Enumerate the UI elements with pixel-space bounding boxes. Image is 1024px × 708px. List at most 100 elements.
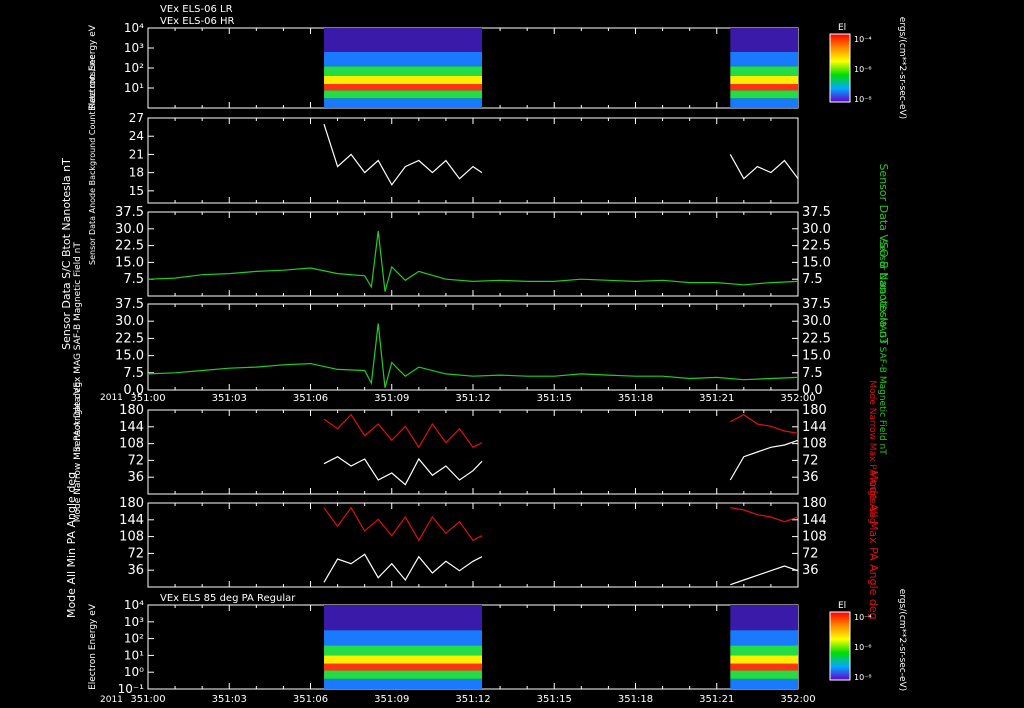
y-tick-label-right: 37.5: [802, 297, 831, 312]
y-tick-label: 36: [127, 563, 144, 578]
colorbar-2-tick-mid: 10⁻⁶: [854, 643, 872, 652]
y-tick-label-right: 36: [802, 563, 819, 578]
y-tick-label-right: 144: [802, 420, 827, 435]
time-tick-label: 351:09: [374, 694, 409, 705]
panel-7-title: VEx ELS 85 deg PA Regular: [160, 593, 296, 604]
colorbar-1-tick-mid: 10⁻⁶: [854, 65, 872, 74]
series-line: [323, 553, 483, 583]
spectrogram-band: [324, 90, 483, 99]
spectrogram-band: [730, 28, 798, 52]
time-tick-label: 351:03: [212, 694, 247, 705]
y-tick-label: 7.5: [123, 366, 144, 381]
y-tick-label-right: 72: [802, 453, 819, 468]
series-line: [729, 154, 799, 180]
spectrogram-band: [730, 605, 798, 631]
y-tick-label-right: 15.0: [802, 255, 831, 270]
time-tick-label: 351:09: [374, 393, 409, 404]
y-tick-label: 10⁰: [124, 665, 144, 679]
time-tick-label: 351:15: [537, 393, 572, 404]
y-tick-label-right: 36: [802, 470, 819, 485]
colorbar-1-units: ergs/(cm**2-sr-sec-eV): [897, 17, 907, 119]
y-tick-label: 10³: [124, 41, 144, 55]
spectrogram-band: [324, 28, 483, 52]
time-axis-bottom: 351:00 351:03 351:06 351:09 351:12 351:15 351:…: [130, 694, 815, 705]
colorbar-2-tick-high: 10⁻⁴: [854, 613, 872, 622]
series-line: [730, 507, 799, 523]
series-line: [730, 414, 799, 434]
y-tick-label: 10²: [124, 632, 144, 646]
spectrogram-band: [730, 655, 798, 664]
y-tick-label: 144: [119, 420, 144, 435]
ells-summary-plot: VEx ELS-06 LR VEx ELS-06 HR Electron Ene…: [60, 4, 907, 705]
series-line: [323, 506, 483, 542]
spectrogram-band: [730, 670, 798, 679]
spectrogram-band: [324, 66, 483, 76]
y-tick-label: 10³: [124, 615, 144, 629]
spectrogram-band: [324, 645, 483, 656]
y-tick-label-right: 15.0: [802, 349, 831, 364]
y-tick-label: 108: [119, 530, 144, 545]
time-tick-label: 351:12: [455, 393, 490, 404]
y-tick-label: 30.0: [115, 222, 144, 237]
y-tick-label: 10⁴: [124, 598, 144, 612]
y-tick-label: 10⁴: [124, 21, 144, 35]
panel-5-narrow-pa-traces: [323, 413, 799, 486]
y-tick-label: 15: [129, 184, 144, 198]
spectrogram-band: [324, 655, 483, 664]
series-line: [730, 565, 799, 586]
y-tick-label-right: 30.0: [802, 222, 831, 237]
spectrogram-band: [324, 605, 483, 631]
spectrogram-band: [324, 678, 483, 689]
spectrogram-band: [324, 630, 483, 646]
spectrogram-band: [730, 630, 798, 646]
y-tick-label-right: 22.5: [802, 239, 831, 254]
panel-1-spectrogram: [324, 28, 798, 108]
spectrogram-band: [730, 66, 798, 76]
series-line: [323, 123, 483, 186]
panel-4-saf-trace: [147, 323, 799, 388]
spectrogram-band: [730, 678, 798, 689]
time-tick-label: 351:06: [293, 694, 328, 705]
series-line: [323, 413, 483, 449]
y-tick-label: 36: [127, 470, 144, 485]
spectrogram-band: [324, 670, 483, 679]
y-tick-label: 18: [129, 166, 144, 180]
time-tick-label: 351:00: [130, 694, 165, 705]
header-title-lr: VEx ELS-06 LR: [160, 4, 233, 15]
y-tick-label: 21: [129, 147, 144, 161]
spectrogram-band: [324, 76, 483, 84]
y-tick-label: 30.0: [115, 314, 144, 329]
y-tick-label: 37.5: [115, 297, 144, 312]
y-tick-label: 180: [119, 496, 144, 511]
panel-3-ylabel: Sensor Data S/C Btot Nanotesla nT: [60, 158, 73, 350]
y-tick-label-right: 37.5: [802, 205, 831, 220]
panel-2-ylabel: Sensor Data Anode Background Count Rate …: [88, 55, 97, 265]
panel-6-frame: [147, 502, 799, 588]
y-tick-label: 72: [127, 546, 144, 561]
colorbar-1-tick-low: 10⁻⁸: [854, 95, 872, 104]
y-tick-label-right: 7.5: [802, 366, 823, 381]
colorbar-2-tick-low: 10⁻⁸: [854, 673, 872, 682]
spectrogram-band: [730, 663, 798, 671]
colorbar-1: [829, 33, 851, 103]
series-line: [147, 323, 799, 388]
time-tick-label: 351:12: [455, 694, 490, 705]
colorbar-2-title: El: [838, 601, 846, 611]
spectrogram-band: [324, 98, 483, 108]
time-tick-label: 351:03: [212, 393, 247, 404]
time-tick-label: 351:18: [618, 694, 653, 705]
spectrogram-band: [324, 663, 483, 671]
y-tick-label-right: 7.5: [802, 272, 823, 287]
y-tick-label: 22.5: [115, 239, 144, 254]
spectrogram-band: [730, 645, 798, 656]
panel-3-btot-trace: [147, 230, 799, 292]
y-tick-label: 15.0: [115, 255, 144, 270]
time-axis-year-2: 2011: [100, 695, 123, 705]
y-tick-label: 10¹: [124, 81, 144, 95]
y-tick-label-right: 108: [802, 530, 827, 545]
time-tick-label: 351:15: [537, 694, 572, 705]
spectrogram-band: [324, 84, 483, 91]
y-tick-label: 72: [127, 453, 144, 468]
y-tick-label: 10¹: [124, 648, 144, 662]
panel-6-all-pa-traces: [323, 506, 799, 586]
